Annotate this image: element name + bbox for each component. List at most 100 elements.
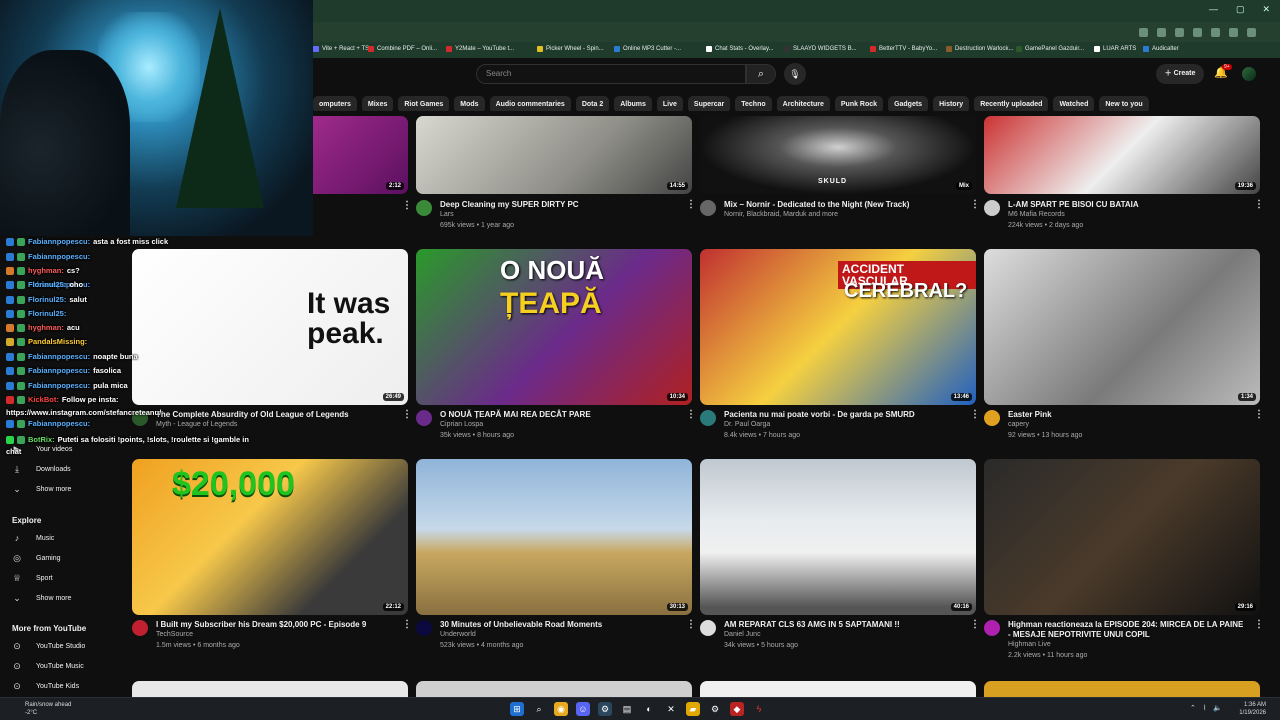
taskbar-clock[interactable]: 1:36 AM 1/19/2026 <box>1239 701 1266 717</box>
network-icon[interactable]: ⌇ <box>1203 704 1206 712</box>
more-options-icon[interactable]: ⋮ <box>686 409 696 420</box>
video-title[interactable]: Deep Cleaning my SUPER DIRTY PC <box>440 200 676 210</box>
filter-chip[interactable]: History <box>933 96 970 111</box>
filter-chip[interactable]: Dota 2 <box>575 96 610 111</box>
channel-name[interactable]: Daniel Junc <box>724 631 761 638</box>
video-thumbnail[interactable]: SKULD Mix <box>700 116 976 194</box>
profile-icon[interactable] <box>1229 27 1238 37</box>
video-thumbnail[interactable] <box>984 681 1260 697</box>
file-explorer-icon[interactable]: ▰ <box>686 702 700 716</box>
account-avatar[interactable] <box>1242 67 1256 81</box>
close-icon[interactable]: ✕ <box>1262 4 1270 15</box>
bookmark-item[interactable]: Online MP3 Cutter -... <box>614 46 681 52</box>
search-icon[interactable]: ⌕ <box>746 64 776 84</box>
sidebar-item[interactable]: ⤓ Downloads <box>12 464 71 475</box>
filter-chip[interactable]: Riot Games <box>398 96 450 111</box>
more-options-icon[interactable]: ⋮ <box>686 199 696 210</box>
channel-avatar[interactable] <box>416 200 432 216</box>
channel-name[interactable]: TechSource <box>156 631 193 638</box>
video-thumbnail[interactable]: 14:55 <box>416 116 692 194</box>
channel-avatar[interactable] <box>416 620 432 636</box>
video-thumbnail[interactable]: O NOUĂ ȚEAPĂ 10:34 <box>416 249 692 405</box>
channel-name[interactable]: Underworld <box>440 631 476 638</box>
channel-avatar[interactable] <box>700 620 716 636</box>
sidebar-item[interactable]: ⊙ YouTube Kids <box>12 681 79 692</box>
app-icon[interactable]: ◐ <box>642 702 656 716</box>
bookmark-item[interactable]: GamePanel Gazduir... <box>1016 46 1084 52</box>
app-icon[interactable]: ◆ <box>730 702 744 716</box>
channel-name[interactable]: Myth - League of Legends <box>156 421 237 428</box>
filter-chip[interactable]: Mixes <box>361 96 394 111</box>
channel-name[interactable]: capery <box>1008 421 1029 428</box>
bookmark-item[interactable]: Vite + React + TS <box>313 46 369 52</box>
filter-chip[interactable]: Recently uploaded <box>974 96 1049 111</box>
channel-name[interactable]: Ciprian Lospa <box>440 421 483 428</box>
video-title[interactable]: Highman reactioneaza la EPISODE 204: MIR… <box>1008 620 1244 640</box>
video-thumbnail[interactable]: 1:34 <box>984 249 1260 405</box>
channel-avatar[interactable] <box>984 410 1000 426</box>
bookmark-item[interactable]: Chat Stats - Overlay... <box>706 46 774 52</box>
channel-avatar[interactable] <box>132 620 148 636</box>
more-options-icon[interactable]: ⋮ <box>1254 409 1264 420</box>
more-options-icon[interactable]: ⋮ <box>970 619 980 630</box>
filter-chip[interactable]: Albums <box>614 96 652 111</box>
video-thumbnail[interactable]: 30:13 <box>416 459 692 615</box>
bookmark-item[interactable]: BetterTTV - BabyYo... <box>870 46 937 52</box>
bookmark-item[interactable]: Picker Wheel - Spin... <box>537 46 604 52</box>
video-title[interactable]: I Built my Subscriber his Dream $20,000 … <box>156 620 392 630</box>
minimize-icon[interactable]: — <box>1209 4 1218 15</box>
channel-name[interactable]: Highman Live <box>1008 641 1051 648</box>
star-icon[interactable] <box>1157 27 1166 37</box>
sidebar-item[interactable]: ♕ Sport <box>12 573 53 584</box>
filter-chip[interactable]: Architecture <box>776 96 830 111</box>
video-thumbnail[interactable] <box>416 681 692 697</box>
extension-icon[interactable] <box>1193 27 1202 37</box>
app-icon[interactable]: ▤ <box>620 702 634 716</box>
filter-chip[interactable]: Techno <box>735 96 772 111</box>
filter-chip[interactable]: Punk Rock <box>834 96 884 111</box>
video-title[interactable]: The Complete Absurdity of Old League of … <box>156 410 392 420</box>
video-thumbnail[interactable]: It was peak. 26:49 <box>132 249 408 405</box>
bookmark-item[interactable]: Y2Mate – YouTube t... <box>446 46 514 52</box>
more-options-icon[interactable]: ⋮ <box>1254 619 1264 630</box>
sidebar-item[interactable]: ⊙ YouTube Music <box>12 661 84 672</box>
filter-chip[interactable]: New to you <box>1099 96 1149 111</box>
sidebar-item[interactable]: ♪ Music <box>12 533 55 543</box>
search-icon[interactable]: ⌕ <box>532 702 546 716</box>
video-thumbnail[interactable]: 19:36 <box>984 116 1260 194</box>
channel-name[interactable]: Dr. Paul Oarga <box>724 421 770 428</box>
video-thumbnail[interactable] <box>132 681 408 697</box>
start-icon[interactable]: ⊞ <box>510 702 524 716</box>
video-title[interactable]: AM REPARAT CLS 63 AMG IN 5 SAPTAMANI !! <box>724 620 960 630</box>
steam-icon[interactable]: ⚙ <box>598 702 612 716</box>
more-options-icon[interactable]: ⋮ <box>402 200 412 211</box>
bookmark-item[interactable]: SLAAYD WIDGETS B... <box>784 46 857 52</box>
weather-widget[interactable]: Rain/snow ahead -2°C <box>25 701 71 717</box>
discord-icon[interactable]: ☺ <box>576 702 590 716</box>
more-options-icon[interactable]: ⋮ <box>402 619 412 630</box>
filter-chip[interactable]: Supercar <box>687 96 731 111</box>
sidebar-item[interactable]: ⌄ Show more <box>12 593 71 604</box>
channel-avatar[interactable] <box>416 410 432 426</box>
video-thumbnail[interactable]: 40:16 <box>700 459 976 615</box>
chrome-icon[interactable]: ◉ <box>554 702 568 716</box>
video-title[interactable]: Easter Pink <box>1008 410 1244 420</box>
sidebar-item[interactable]: ▶ Your videos <box>12 444 73 455</box>
filter-chip[interactable]: Mods <box>454 96 485 111</box>
channel-avatar[interactable] <box>700 410 716 426</box>
video-thumbnail[interactable]: 29:16 <box>984 459 1260 615</box>
video-thumbnail[interactable]: ACCIDENT VASCULAR CEREBRAL? 13:46 <box>700 249 976 405</box>
extension-icon[interactable] <box>1139 27 1148 37</box>
bookmark-item[interactable]: LUAR ARTS <box>1094 46 1136 52</box>
bookmark-item[interactable]: Audicalter <box>1143 46 1179 52</box>
video-title[interactable]: L-AM SPART PE BISOI CU BATAIA <box>1008 200 1244 210</box>
channel-avatar[interactable] <box>984 200 1000 216</box>
video-title[interactable]: O NOUĂ ȚEAPĂ MAI REA DECÂT PARE <box>440 410 676 420</box>
filter-chip[interactable]: Audio commentaries <box>489 96 571 111</box>
video-thumbnail[interactable]: 2:12 <box>312 116 408 194</box>
video-thumbnail[interactable]: $20,000 22:12 <box>132 459 408 615</box>
filter-chip[interactable]: Gadgets <box>888 96 929 111</box>
video-title[interactable]: Mix – Nornir - Dedicated to the Night (N… <box>724 200 960 210</box>
more-options-icon[interactable]: ⋮ <box>1254 199 1264 210</box>
more-options-icon[interactable]: ⋮ <box>970 199 980 210</box>
